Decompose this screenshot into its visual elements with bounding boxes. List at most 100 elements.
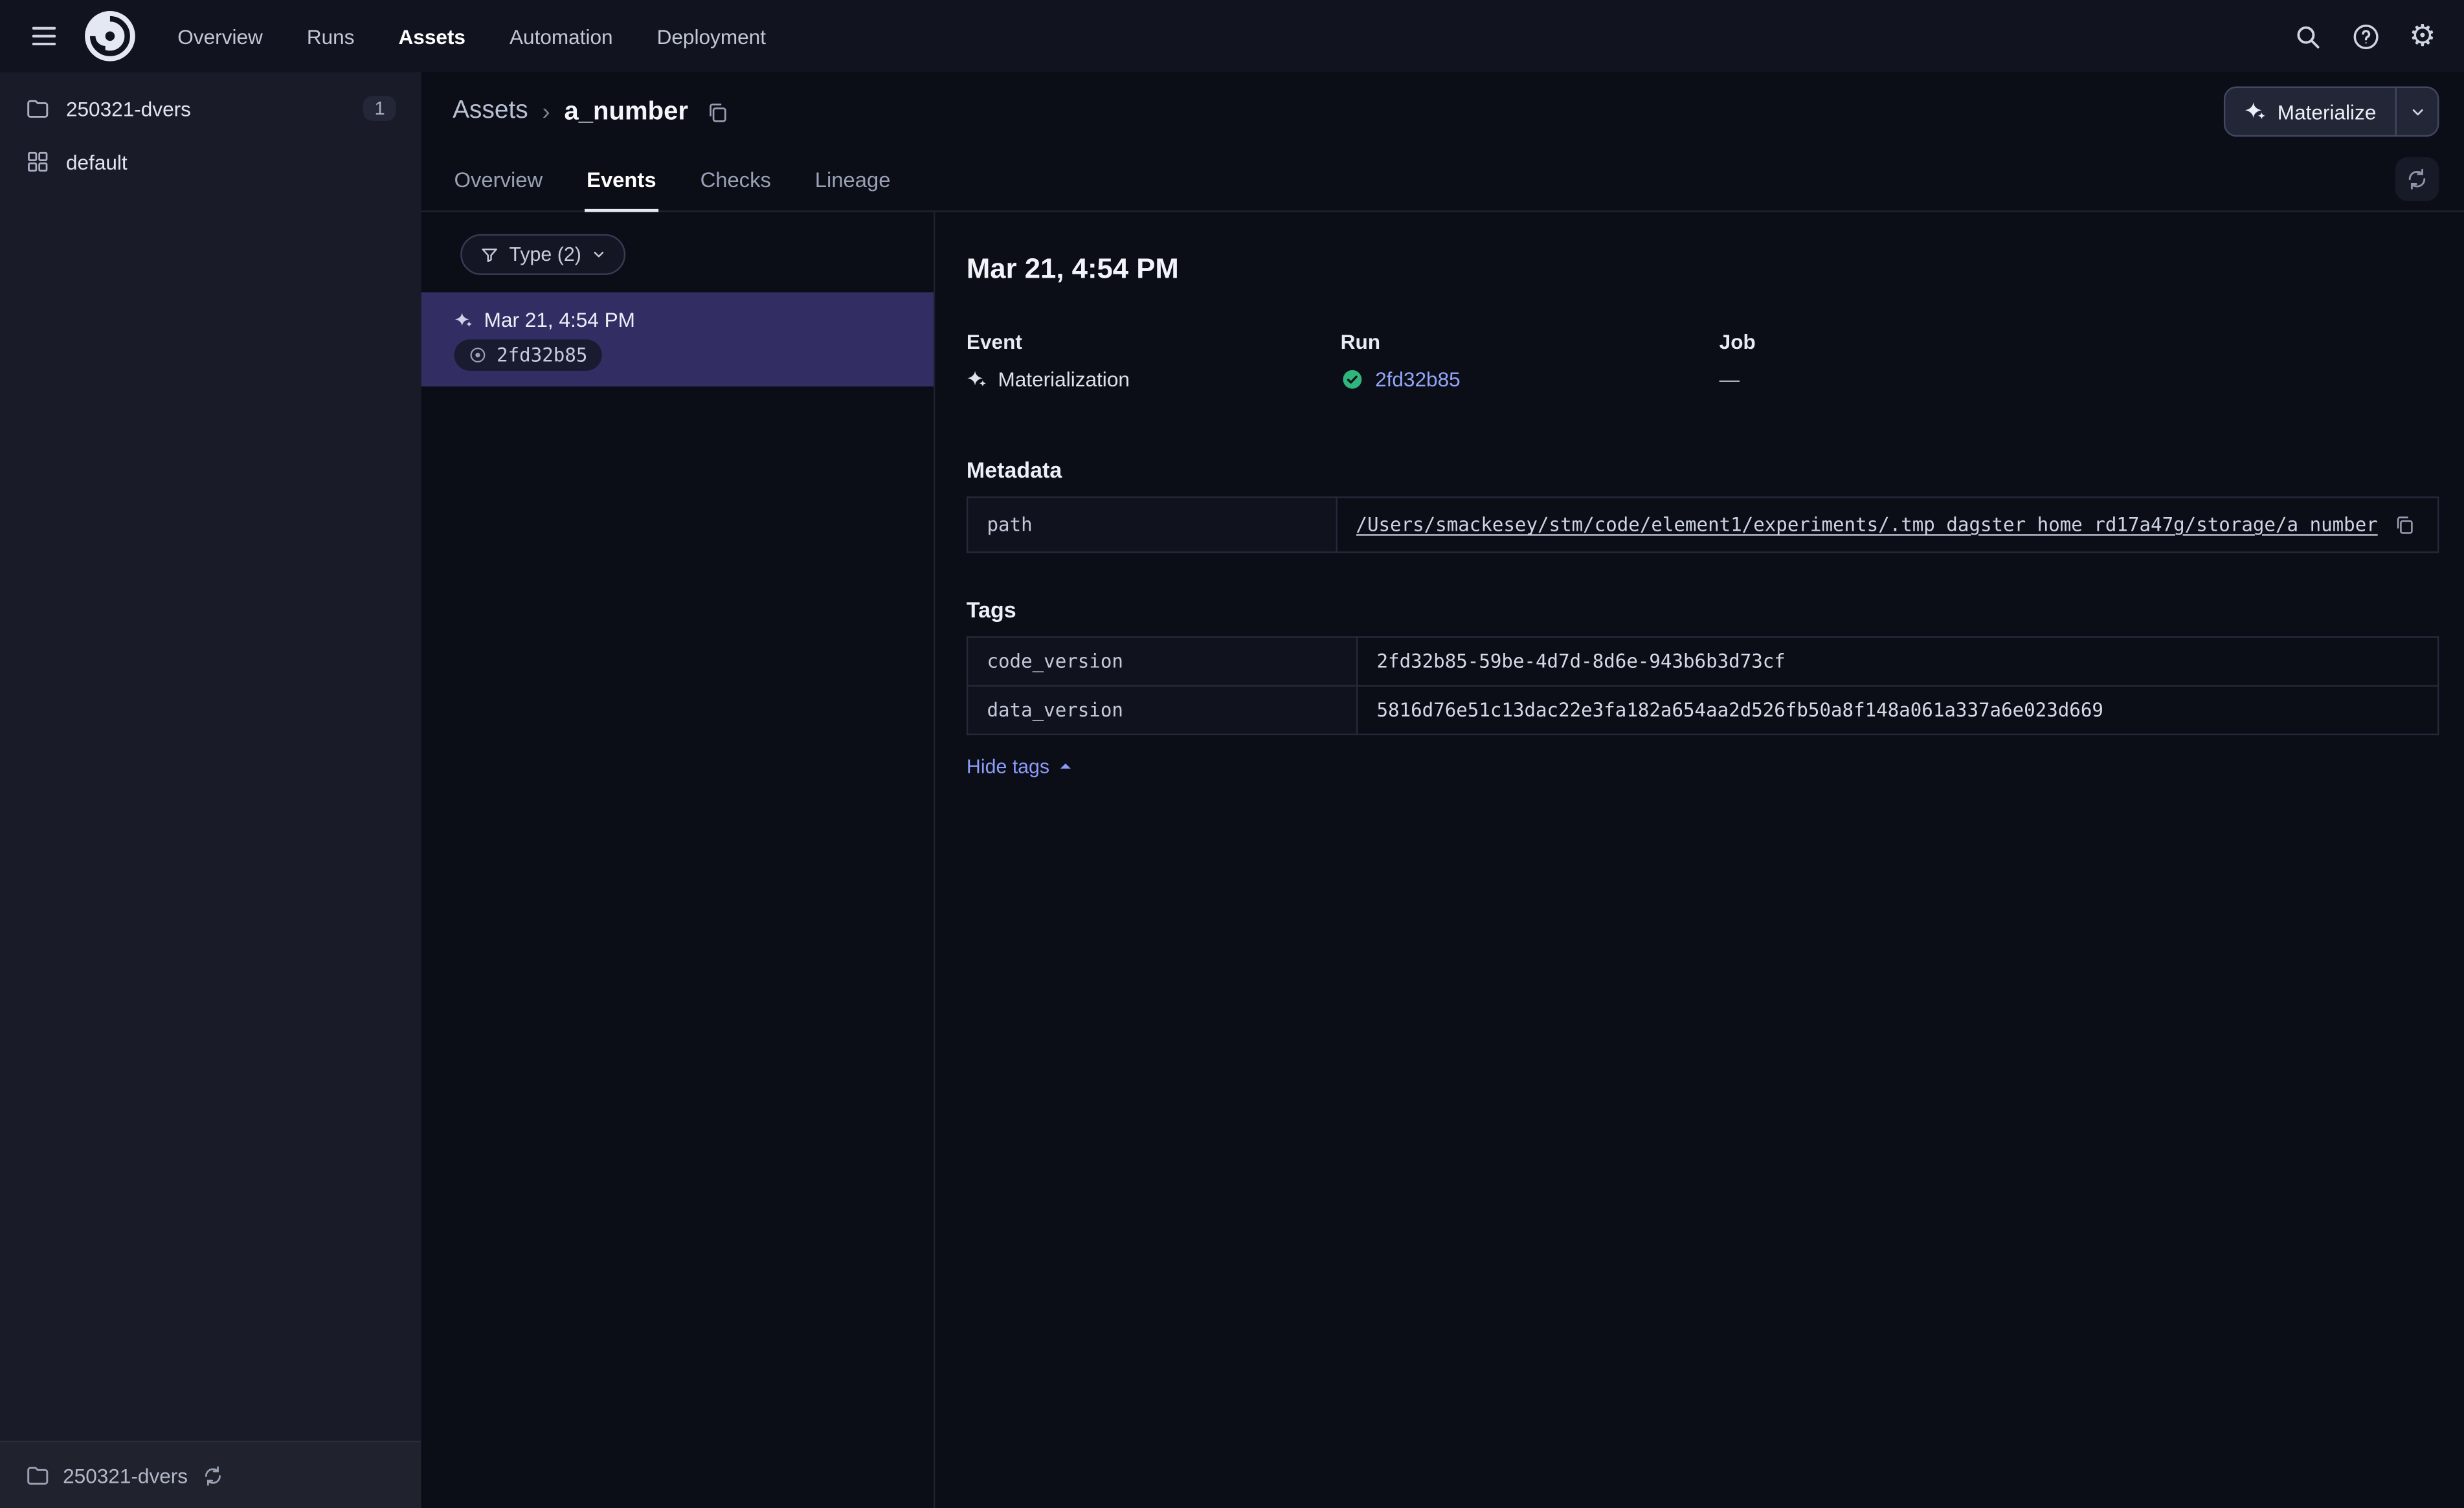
materialize-sparkle-icon <box>2245 100 2267 122</box>
nav-item-assets[interactable]: Assets <box>378 15 486 58</box>
refresh-button[interactable] <box>2395 157 2439 201</box>
materialize-dropdown-button[interactable] <box>2397 88 2437 135</box>
copy-asset-name-button[interactable] <box>702 96 732 126</box>
breadcrumb-assets-link[interactable]: Assets <box>453 98 528 126</box>
tab-overview[interactable]: Overview <box>453 168 544 212</box>
event-item-run-badge[interactable]: 2fd32b85 <box>454 339 602 371</box>
breadcrumb-separator: › <box>542 98 550 125</box>
tab-checks[interactable]: Checks <box>699 168 772 212</box>
settings-button[interactable]: ⚙ <box>2403 15 2443 58</box>
refresh-icon <box>2404 166 2430 192</box>
help-icon <box>2351 21 2380 51</box>
topnav-actions: ⚙ <box>2287 15 2442 58</box>
hide-tags-link[interactable]: Hide tags <box>967 756 1073 778</box>
event-item-run-id: 2fd32b85 <box>497 344 588 366</box>
run-label: Run <box>1340 329 1381 354</box>
chevron-down-icon <box>2408 103 2426 120</box>
run-success-check-icon <box>1341 368 1364 391</box>
nav-item-deployment[interactable]: Deployment <box>636 15 787 58</box>
sidebar-item-label: default <box>65 150 128 174</box>
materialize-button-label: Materialize <box>2277 100 2377 124</box>
sidebar-item-label: 250321-dvers <box>65 96 191 120</box>
sidebar: 250321-dvers 1 default 250321-dvers <box>0 72 421 1508</box>
asset-group-icon <box>25 150 50 175</box>
event-value: Materialization <box>967 368 1341 391</box>
search-icon <box>2293 21 2323 51</box>
job-value: — <box>1719 368 1740 392</box>
main-nav: Overview Runs Assets Automation Deployme… <box>157 15 787 58</box>
tag-key: code_version <box>966 636 1358 687</box>
tag-value: 2fd32b85-59be-4d7d-8d6e-943b6b3d73cf <box>1356 636 2439 687</box>
event-list-item-selected[interactable]: Mar 21, 4:54 PM 2fd32b85 <box>421 292 934 387</box>
tab-lineage[interactable]: Lineage <box>813 168 892 212</box>
event-label: Event <box>966 329 1022 354</box>
copy-icon <box>2393 514 2415 536</box>
tags-table: code_version 2fd32b85-59be-4d7d-8d6e-943… <box>966 636 2439 736</box>
tags-section: Tags code_version 2fd32b85-59be-4d7d-8d6… <box>966 597 2439 781</box>
run-status-circle-icon <box>468 346 487 364</box>
help-button[interactable] <box>2345 15 2388 58</box>
hamburger-icon <box>28 21 60 52</box>
metadata-section: Metadata path /Users/smackesey/stm/code/… <box>966 457 2439 553</box>
table-row: path /Users/smackesey/stm/code/element1/… <box>966 496 2439 553</box>
table-row: code_version 2fd32b85-59be-4d7d-8d6e-943… <box>966 636 2439 687</box>
nav-item-runs[interactable]: Runs <box>286 15 375 58</box>
event-detail-title: Mar 21, 4:54 PM <box>966 252 1179 285</box>
type-filter-button[interactable]: Type (2) <box>460 234 625 275</box>
metadata-path-link[interactable]: /Users/smackesey/stm/code/element1/exper… <box>1356 514 2377 536</box>
breadcrumb: Assets › a_number <box>453 96 732 126</box>
asset-count-badge: 1 <box>363 96 396 121</box>
nav-item-overview[interactable]: Overview <box>157 15 284 58</box>
tags-section-title: Tags <box>966 597 1016 623</box>
chevron-up-icon <box>1057 759 1073 774</box>
metadata-table: path /Users/smackesey/stm/code/element1/… <box>966 496 2439 553</box>
sidebar-item-group-default[interactable]: default <box>0 135 421 189</box>
table-row: data_version 5816d76e51c13dac22e3fa182a6… <box>966 685 2439 736</box>
tag-value: 5816d76e51c13dac22e3fa182a654aa2d526fb50… <box>1356 685 2439 736</box>
run-id-link[interactable]: 2fd32b85 <box>1375 368 1461 391</box>
folder-icon <box>25 96 50 121</box>
stage: Overview Runs Assets Automation Deployme… <box>0 0 2464 1508</box>
tab-events[interactable]: Events <box>585 168 658 212</box>
materialize-button[interactable]: Materialize <box>2226 88 2395 135</box>
event-detail-pane: Mar 21, 4:54 PM Event Materialization Ru… <box>935 212 2464 1508</box>
filter-icon <box>479 244 500 265</box>
event-info-col: Event Materialization <box>967 330 1341 392</box>
event-info-row: Event Materialization Run 2fd32b85 Job — <box>967 330 2439 392</box>
copy-icon <box>706 100 729 123</box>
tab-bar: Overview Events Checks Lineage <box>421 151 2464 212</box>
materialization-sparkle-icon <box>967 369 987 390</box>
sidebar-footer-code-location[interactable]: 250321-dvers <box>0 1441 421 1508</box>
app-root: Overview Runs Assets Automation Deployme… <box>0 0 2464 1508</box>
main-area: Assets › a_number Materialize Overview E… <box>421 72 2464 1508</box>
page-header: Assets › a_number Materialize <box>421 72 2464 151</box>
event-type-text: Materialization <box>998 368 1130 392</box>
sidebar-footer-label: 250321-dvers <box>63 1463 188 1487</box>
event-item-header: Mar 21, 4:54 PM <box>454 308 909 331</box>
event-list-pane: Type (2) Mar 21, 4:54 PM 2fd32b85 <box>421 212 935 1508</box>
copy-path-button[interactable] <box>2390 511 2419 539</box>
metadata-value-cell: /Users/smackesey/stm/code/element1/exper… <box>1335 496 2439 553</box>
materialization-sparkle-icon <box>454 310 473 329</box>
run-value: 2fd32b85 <box>1341 368 1719 391</box>
search-button[interactable] <box>2287 15 2329 58</box>
page-title: a_number <box>564 96 688 125</box>
folder-icon <box>25 1463 50 1488</box>
nav-item-automation[interactable]: Automation <box>489 15 633 58</box>
materialize-split-button: Materialize <box>2224 86 2439 137</box>
tag-key: data_version <box>966 685 1358 736</box>
chevron-down-icon <box>590 247 606 262</box>
job-info-col: Job — <box>1719 330 1756 392</box>
metadata-key: path <box>966 496 1338 553</box>
type-filter-label: Type (2) <box>509 243 581 266</box>
dagster-logo-icon[interactable] <box>82 8 138 64</box>
metadata-section-title: Metadata <box>966 457 1062 483</box>
gear-icon: ⚙ <box>2409 17 2436 53</box>
top-nav: Overview Runs Assets Automation Deployme… <box>0 0 2464 72</box>
run-info-col: Run 2fd32b85 <box>1341 330 1719 392</box>
sidebar-item-code-location[interactable]: 250321-dvers 1 <box>0 82 421 135</box>
event-item-timestamp: Mar 21, 4:54 PM <box>484 307 635 332</box>
job-label: Job <box>1719 329 1756 354</box>
hamburger-menu-button[interactable] <box>22 14 66 58</box>
reload-location-icon[interactable] <box>201 1463 224 1487</box>
